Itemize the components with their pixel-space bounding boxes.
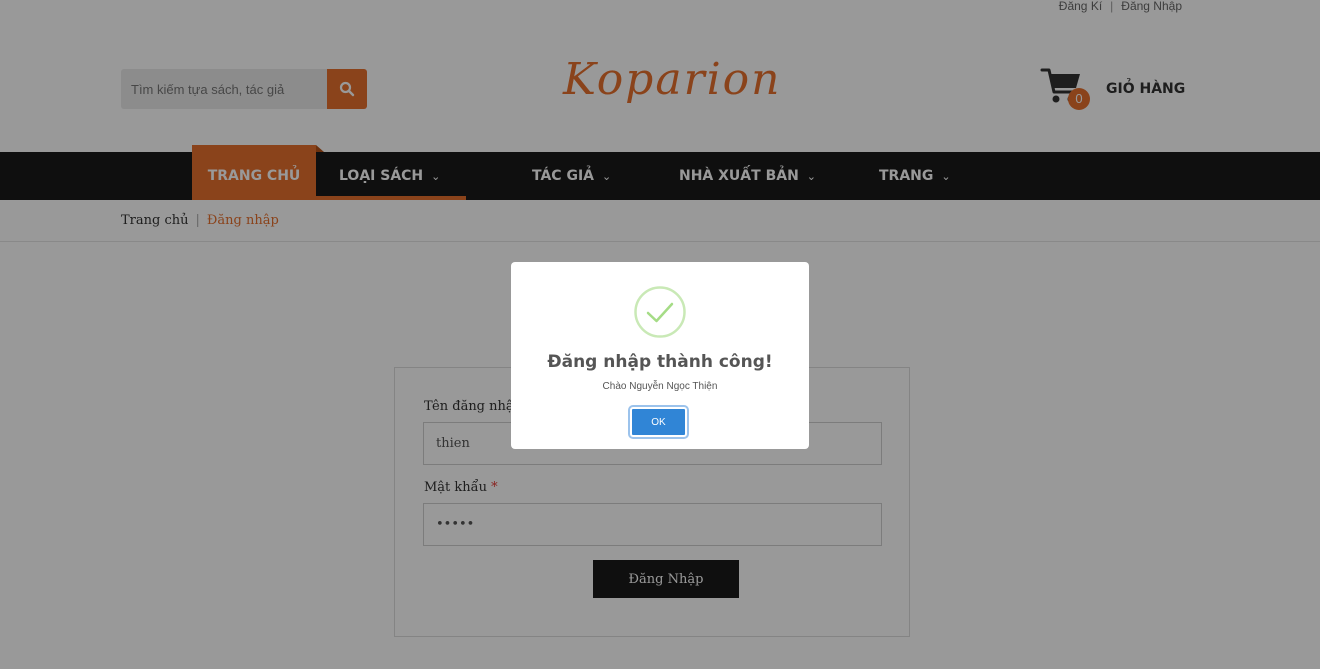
- success-modal: Đăng nhập thành công! Chào Nguyễn Ngọc T…: [511, 262, 809, 449]
- modal-title: Đăng nhập thành công!: [547, 352, 773, 372]
- modal-message: Chào Nguyễn Ngọc Thiện: [602, 381, 718, 392]
- success-check-icon-svg: [634, 286, 686, 338]
- success-check-icon: [633, 285, 687, 339]
- ok-button[interactable]: OK: [628, 405, 689, 439]
